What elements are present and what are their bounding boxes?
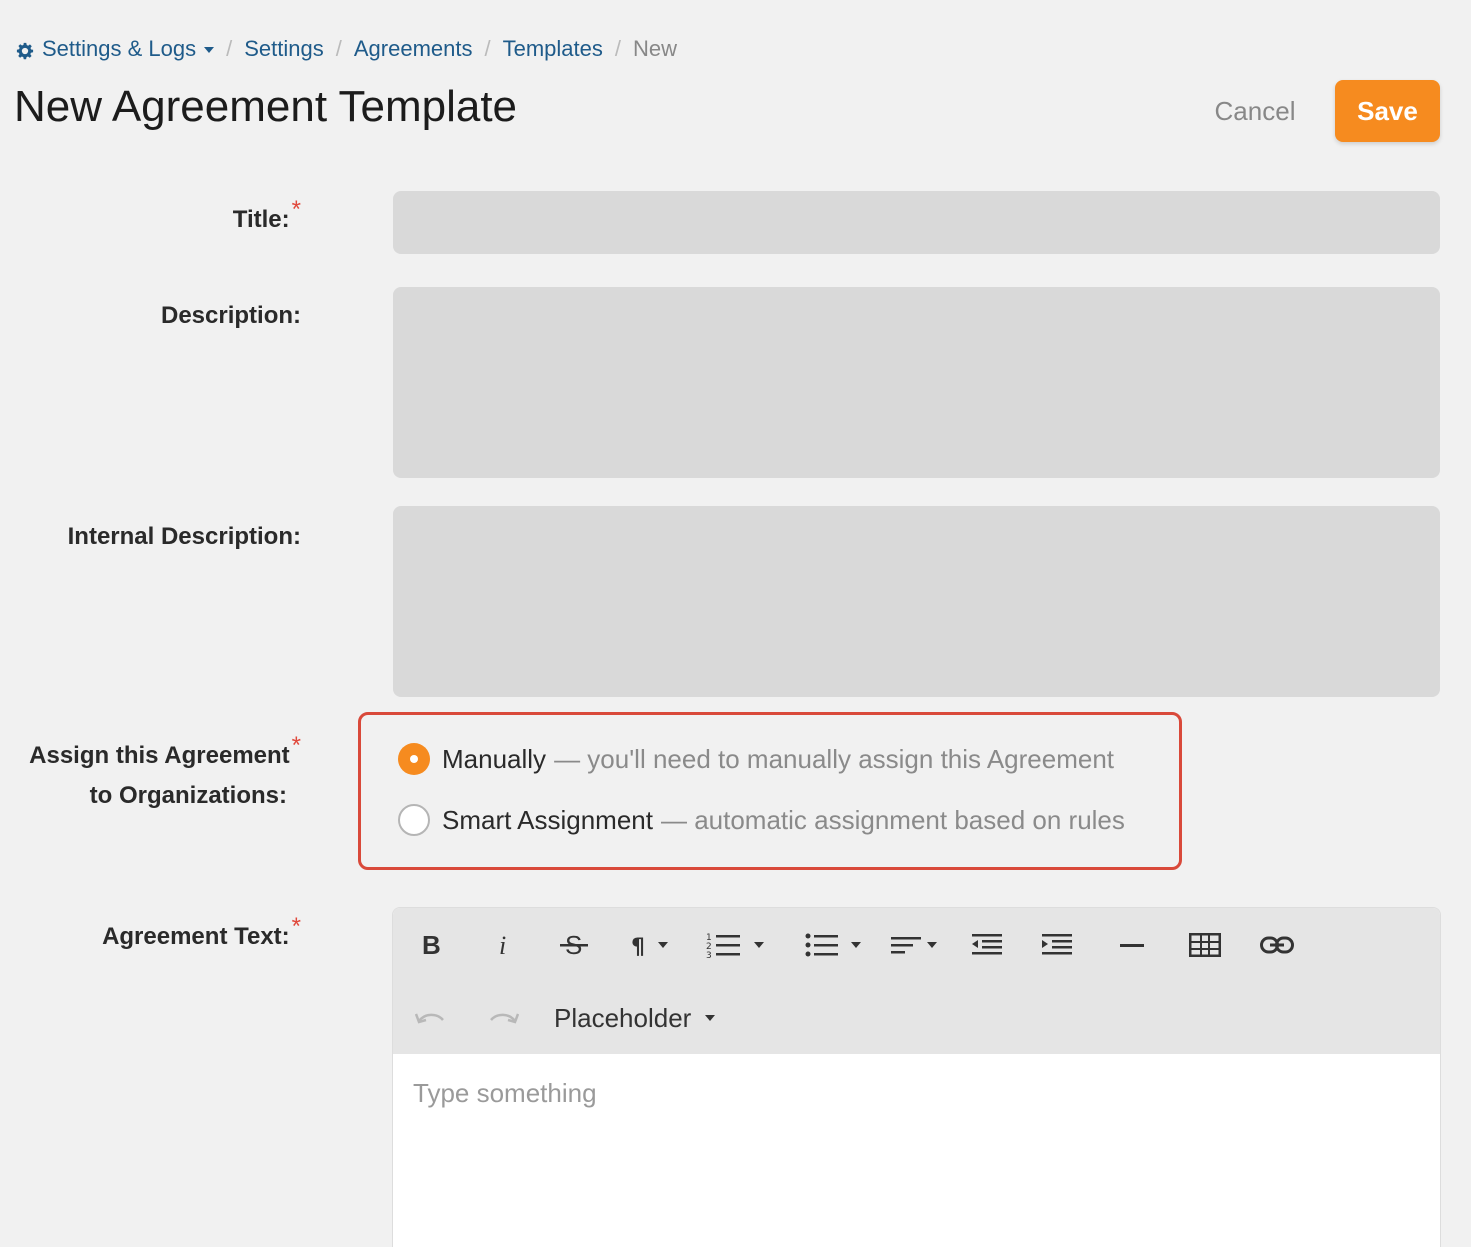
- editor-content-area[interactable]: Type something: [393, 1054, 1440, 1247]
- breadcrumb-separator: /: [614, 36, 622, 61]
- svg-text:3: 3: [706, 951, 712, 959]
- breadcrumb-settings-logs[interactable]: Settings & Logs: [42, 36, 215, 62]
- breadcrumb: Settings & Logs / Settings / Agreements …: [16, 36, 677, 62]
- ordered-list-icon[interactable]: 123: [703, 925, 767, 965]
- chevron-down-icon: [204, 47, 215, 54]
- editor-placeholder-text: Type something: [413, 1078, 597, 1108]
- agreement-text-label: Agreement Text:*: [102, 913, 301, 957]
- indent-icon[interactable]: [1041, 925, 1075, 965]
- link-icon[interactable]: [1259, 925, 1295, 965]
- breadcrumb-separator: /: [335, 36, 342, 61]
- page-title: New Agreement Template: [14, 82, 518, 131]
- undo-icon[interactable]: [413, 998, 447, 1038]
- chevron-down-icon: [754, 942, 764, 948]
- internal-description-label: Internal Description:: [67, 523, 301, 550]
- breadcrumb-separator: /: [226, 36, 233, 61]
- chevron-down-icon: [705, 1015, 716, 1021]
- outdent-icon[interactable]: [971, 925, 1005, 965]
- chevron-down-icon: [927, 942, 937, 948]
- radio-smart-label: Smart Assignment: [442, 804, 653, 835]
- redo-icon[interactable]: [487, 998, 521, 1038]
- required-marker: *: [291, 732, 301, 759]
- rich-text-editor: B i S ¶ 123 Placeholder Type something: [392, 907, 1441, 1247]
- unordered-list-icon[interactable]: [801, 925, 865, 965]
- description-label: Description:: [160, 302, 301, 329]
- radio-manually[interactable]: Manually — you'll need to manually assig…: [398, 743, 1114, 775]
- editor-toolbar: B i S ¶ 123 Placeholder: [393, 908, 1440, 1054]
- title-input[interactable]: [393, 191, 1440, 254]
- radio-smart-description: — automatic assignment based on rules: [660, 804, 1125, 835]
- breadcrumb-agreements[interactable]: Agreements: [354, 36, 473, 62]
- svg-text:¶: ¶: [631, 935, 645, 958]
- radio-smart-assignment[interactable]: Smart Assignment — automatic assignment …: [398, 804, 1125, 836]
- placeholder-dropdown-label: Placeholder: [554, 1002, 692, 1033]
- title-label-text: Title:: [232, 206, 290, 233]
- horizontal-rule-icon[interactable]: [1117, 925, 1147, 965]
- align-icon[interactable]: [889, 925, 939, 965]
- description-textarea[interactable]: [393, 287, 1440, 478]
- svg-text:i: i: [499, 932, 506, 958]
- breadcrumb-settings[interactable]: Settings: [244, 36, 324, 62]
- bold-icon[interactable]: B: [415, 925, 447, 965]
- paragraph-icon[interactable]: ¶: [627, 925, 671, 965]
- chevron-down-icon: [851, 942, 861, 948]
- title-label: Title:*: [232, 196, 301, 240]
- svg-text:B: B: [422, 932, 441, 958]
- italic-icon[interactable]: i: [489, 925, 517, 965]
- cancel-button[interactable]: Cancel: [1200, 86, 1310, 136]
- radio-manually-description: — you'll need to manually assign this Ag…: [554, 743, 1115, 774]
- radio-unselected-icon: [398, 804, 430, 836]
- radio-selected-icon: [398, 743, 430, 775]
- placeholder-dropdown[interactable]: Placeholder: [554, 998, 716, 1038]
- gear-icon: [16, 40, 34, 60]
- radio-manually-label: Manually: [442, 743, 547, 774]
- required-marker: *: [291, 196, 301, 223]
- chevron-down-icon: [658, 942, 668, 948]
- assign-label: Assign this Agreement* to Organizations:: [29, 732, 301, 816]
- assignment-options-highlight: Manually — you'll need to manually assig…: [358, 712, 1182, 870]
- required-marker: *: [291, 913, 301, 940]
- table-icon[interactable]: [1187, 925, 1223, 965]
- internal-description-textarea[interactable]: [393, 506, 1440, 697]
- agreement-text-label-text: Agreement Text:: [102, 923, 290, 950]
- assign-label-line2: to Organizations:: [89, 782, 287, 809]
- strikethrough-icon[interactable]: S: [557, 925, 591, 965]
- breadcrumb-current: New: [633, 36, 678, 61]
- save-button[interactable]: Save: [1335, 80, 1440, 142]
- assign-label-line1: Assign this Agreement: [29, 742, 290, 769]
- breadcrumb-separator: /: [484, 36, 491, 61]
- breadcrumb-templates[interactable]: Templates: [503, 36, 603, 62]
- breadcrumb-root-label: Settings & Logs: [42, 36, 197, 61]
